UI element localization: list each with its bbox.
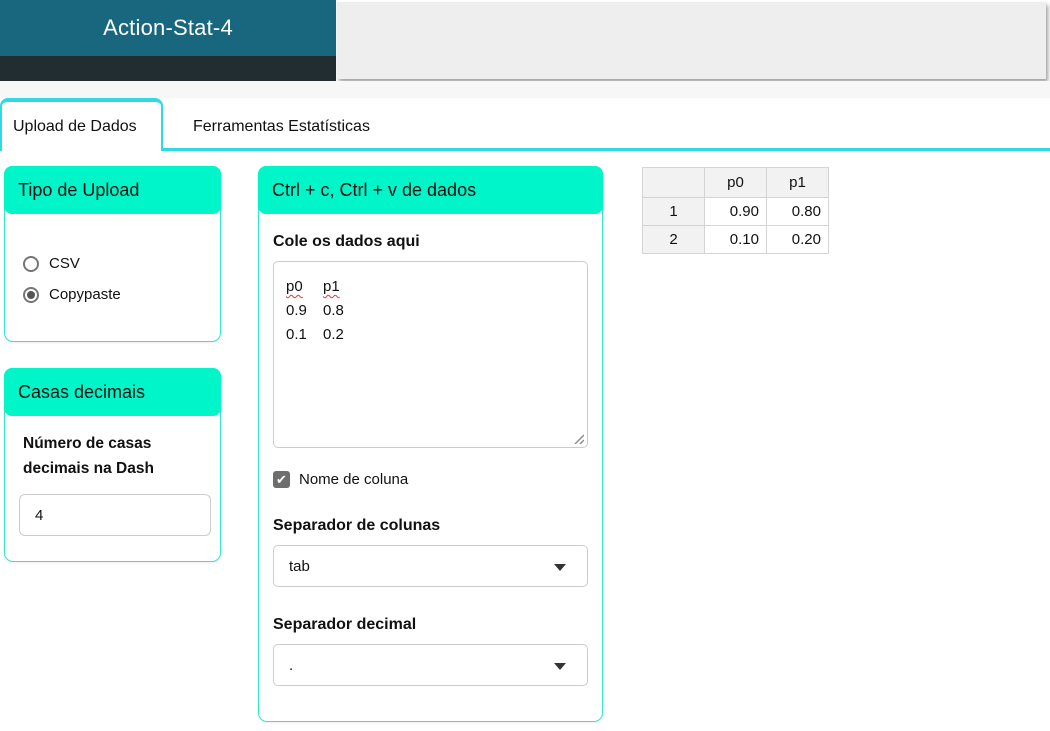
panel-casas-decimais-header: Casas decimais bbox=[4, 368, 221, 416]
app-window: Action-Stat-4 Upload de Dados Ferramenta… bbox=[0, 0, 1050, 731]
panel-upload-type-title: Tipo de Upload bbox=[18, 179, 140, 200]
dec-separator-value: . bbox=[289, 656, 294, 674]
dec-separator-select[interactable]: . bbox=[273, 644, 588, 686]
panel-copy-paste-header: Ctrl + c, Ctrl + v de dados bbox=[258, 166, 603, 214]
table-value-cell: 0.10 bbox=[704, 225, 767, 254]
radio-csv-icon[interactable] bbox=[23, 255, 39, 272]
tab-ferramentas-estatisticas[interactable]: Ferramentas Estatísticas bbox=[176, 102, 387, 151]
radio-option-csv[interactable]: CSV bbox=[23, 255, 220, 272]
table-index-cell: 1 bbox=[642, 197, 705, 226]
panel-copy-paste-title: Ctrl + c, Ctrl + v de dados bbox=[272, 179, 477, 200]
checkbox-icon[interactable] bbox=[273, 471, 290, 488]
col-separator-value: tab bbox=[289, 557, 310, 575]
table-index-cell: 2 bbox=[642, 225, 705, 254]
table-row: 2 0.10 0.20 bbox=[642, 225, 829, 254]
paste-textarea-label: Cole os dados aqui bbox=[273, 233, 420, 250]
radio-csv-label: CSV bbox=[49, 255, 80, 272]
radio-option-copypaste[interactable]: Copypaste bbox=[23, 286, 220, 303]
resize-handle-icon[interactable] bbox=[573, 433, 584, 444]
table-row: 1 0.90 0.80 bbox=[642, 197, 829, 226]
textarea-line-2: 0.9 0.8 bbox=[286, 299, 575, 323]
decimals-field-label: Número de casas decimais na Dash bbox=[23, 435, 154, 477]
panel-casas-decimais-title: Casas decimais bbox=[18, 381, 146, 402]
checkbox-nome-de-coluna[interactable]: Nome de coluna bbox=[273, 471, 588, 488]
textarea-line-3: 0.1 0.2 bbox=[286, 323, 575, 347]
textarea-token: p1 bbox=[323, 278, 340, 295]
table-value-cell: 0.90 bbox=[704, 197, 767, 226]
table-header-cell bbox=[642, 167, 705, 198]
table-header-cell: p0 bbox=[704, 167, 767, 198]
navbar-dark-strip bbox=[0, 56, 336, 81]
app-title: Action-Stat-4 bbox=[103, 15, 233, 40]
col-separator-label: Separador de colunas bbox=[273, 517, 441, 534]
decimals-input[interactable] bbox=[19, 494, 211, 536]
table-value-cell: 0.80 bbox=[766, 197, 829, 226]
table-value-cell: 0.20 bbox=[766, 225, 829, 254]
table-header-cell: p1 bbox=[766, 167, 829, 198]
textarea-token: 0.1 bbox=[286, 326, 307, 343]
data-preview-table: p0 p1 1 0.90 0.80 2 0.10 0.20 bbox=[642, 167, 829, 254]
panel-casas-decimais: Casas decimais Número de casas decimais … bbox=[4, 368, 221, 562]
table-header-row: p0 p1 bbox=[642, 167, 829, 198]
radio-copypaste-label: Copypaste bbox=[49, 286, 121, 303]
dec-separator-label: Separador decimal bbox=[273, 616, 417, 633]
caret-down-icon bbox=[554, 564, 566, 571]
paste-data-textarea[interactable]: p0 p1 0.9 0.8 0.1 0.2 bbox=[273, 261, 588, 448]
caret-down-icon bbox=[554, 663, 566, 670]
overlay-gray-window bbox=[337, 2, 1046, 79]
tab-upload-label: Upload de Dados bbox=[13, 117, 137, 135]
textarea-token: 0.2 bbox=[323, 326, 344, 343]
tab-bar: Upload de Dados Ferramentas Estatísticas bbox=[0, 98, 1050, 152]
tab-ferramentas-label: Ferramentas Estatísticas bbox=[193, 117, 370, 135]
textarea-token: p0 bbox=[286, 278, 303, 295]
col-separator-select[interactable]: tab bbox=[273, 545, 588, 587]
radio-copypaste-icon[interactable] bbox=[23, 286, 39, 303]
textarea-line-1: p0 p1 bbox=[286, 275, 575, 299]
panel-upload-type-header: Tipo de Upload bbox=[4, 166, 221, 214]
textarea-token: 0.9 bbox=[286, 302, 307, 319]
panel-upload-type: Tipo de Upload CSV Copypaste bbox=[4, 166, 221, 342]
panel-copy-paste: Ctrl + c, Ctrl + v de dados Cole os dado… bbox=[258, 166, 603, 722]
textarea-token: 0.8 bbox=[323, 302, 344, 319]
app-header: Action-Stat-4 bbox=[0, 0, 336, 56]
checkbox-label: Nome de coluna bbox=[299, 471, 409, 488]
tab-upload-de-dados[interactable]: Upload de Dados bbox=[0, 98, 163, 151]
header-sub-strip bbox=[0, 81, 1050, 98]
